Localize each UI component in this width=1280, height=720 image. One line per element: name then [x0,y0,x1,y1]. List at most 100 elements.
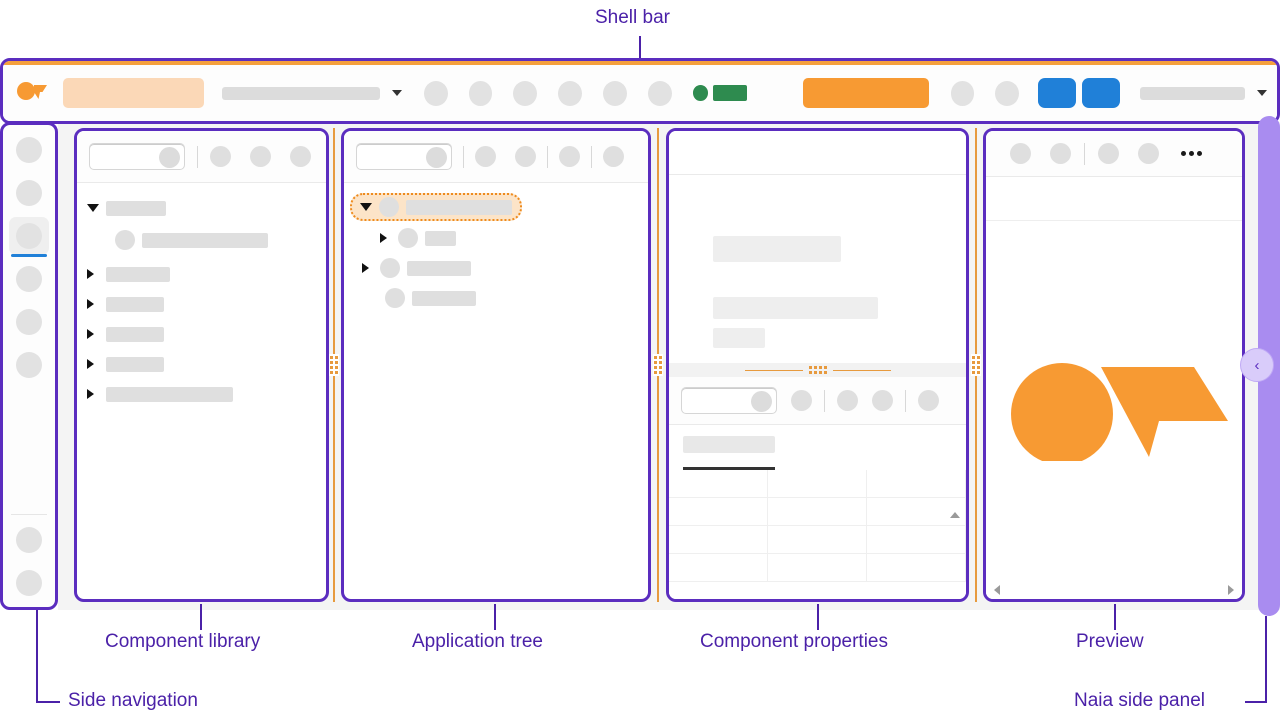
preview-subheader [986,177,1242,221]
vertical-resize-grip-icon[interactable] [653,354,663,376]
product-name-pill[interactable] [63,78,204,108]
collapsed-arrow-icon[interactable] [87,299,94,309]
properties-preview-splitter[interactable] [968,128,984,602]
tree-action-3-icon[interactable] [559,146,580,167]
list-item[interactable] [87,291,316,317]
property-field-3[interactable] [713,328,765,348]
vertical-resize-grip-icon[interactable] [329,354,339,376]
properties-horizontal-splitter[interactable] [669,363,966,377]
scroll-right-arrow-icon[interactable] [1228,585,1234,595]
shellbar-secondary-1-icon[interactable] [950,80,975,106]
sidebar-footer-item-1[interactable] [9,521,49,559]
collapsed-arrow-icon[interactable] [87,329,94,339]
search-icon[interactable] [426,147,447,168]
sidebar-footer-item-2[interactable] [9,564,49,602]
list-item[interactable] [87,351,316,377]
collapsed-arrow-icon[interactable] [362,263,369,273]
tab-label[interactable] [683,436,775,453]
sidebar-item-2[interactable] [9,174,49,212]
library-action-2-icon[interactable] [250,146,271,167]
library-tree-splitter[interactable] [326,128,342,602]
vertical-resize-grip-icon[interactable] [971,354,981,376]
shellbar-action-6-icon[interactable] [647,80,672,106]
collapsed-arrow-icon[interactable] [87,359,94,369]
properties-header [669,131,966,175]
list-item[interactable] [87,321,316,347]
component-icon [380,258,400,278]
project-select-value[interactable] [221,86,380,100]
annotation-application-tree: Application tree [412,631,543,652]
shellbar-action-4-icon[interactable] [558,80,582,106]
collapsed-arrow-icon[interactable] [380,233,387,243]
annotation-app-tree-leader [494,604,496,630]
component-properties-panel [666,128,969,602]
property-field-1[interactable] [713,236,841,262]
tree-action-4-icon[interactable] [603,146,624,167]
properties-table-scrollbar[interactable] [950,495,963,595]
collapsed-arrow-icon[interactable] [87,269,94,279]
search-input[interactable] [356,143,452,170]
primary-action-button[interactable] [803,78,929,108]
shell-bar [0,58,1280,124]
shellbar-action-3-icon[interactable] [513,80,538,106]
search-icon[interactable] [751,391,772,412]
toolbar-separator [1084,142,1085,165]
tree-action-2-icon[interactable] [515,146,536,167]
shellbar-secondary-2-icon[interactable] [995,80,1020,106]
properties-action-4-icon[interactable] [918,390,939,411]
tree-node[interactable] [354,285,638,311]
brand-logo-icon[interactable] [17,81,49,106]
nav-item-1-icon [16,137,42,163]
tree-properties-splitter[interactable] [650,128,666,602]
preview-horizontal-scrollbar[interactable] [986,581,1242,599]
shellbar-action-5-icon[interactable] [602,80,627,106]
expanded-arrow-icon[interactable] [87,204,99,212]
list-item[interactable] [87,261,316,287]
preview-action-3-icon[interactable] [1098,143,1119,164]
naia-collapse-button[interactable]: ‹ [1240,348,1274,382]
blue-action-button-1[interactable] [1038,78,1077,108]
expanded-arrow-icon[interactable] [360,203,372,211]
user-chevron-down-icon[interactable] [1257,90,1268,96]
shellbar-action-2-icon[interactable] [468,80,493,106]
scroll-up-arrow-icon[interactable] [950,495,960,518]
preview-action-1-icon[interactable] [1010,143,1031,164]
shellbar-action-1-icon[interactable] [423,80,448,106]
properties-action-3-icon[interactable] [872,390,893,411]
sidebar-item-6[interactable] [9,346,49,384]
properties-action-2-icon[interactable] [837,390,858,411]
search-icon[interactable] [159,147,180,168]
property-field-2[interactable] [713,297,878,319]
list-item-label [106,326,164,342]
library-action-1-icon[interactable] [210,146,231,167]
tree-node[interactable] [354,225,638,251]
tree-node[interactable] [354,255,638,281]
list-item[interactable] [87,381,316,407]
search-input[interactable] [681,387,777,414]
table-cell [867,470,966,498]
chevron-down-icon[interactable] [391,90,402,96]
preview-action-4-icon[interactable] [1138,143,1159,164]
tree-node-selected[interactable] [350,193,522,221]
library-action-3-icon[interactable] [290,146,311,167]
search-input[interactable] [89,143,185,170]
collapsed-arrow-icon[interactable] [87,389,94,399]
tree-action-1-icon[interactable] [475,146,496,167]
nav-item-4-icon [16,266,42,292]
annotation-properties-leader [817,604,819,630]
sidebar-item-5[interactable] [9,303,49,341]
preview-action-2-icon[interactable] [1050,143,1071,164]
sidebar-item-1[interactable] [9,131,49,169]
scroll-left-arrow-icon[interactable] [994,585,1000,595]
annotation-naia-leader-h [1245,701,1267,703]
overflow-menu-icon[interactable] [1181,151,1202,156]
sidebar-item-4[interactable] [9,260,49,298]
list-item[interactable] [87,195,316,221]
horizontal-resize-grip-icon[interactable] [808,366,827,374]
sidebar-item-3-selected[interactable] [9,217,49,257]
list-item[interactable] [87,227,316,253]
user-select-value[interactable] [1140,86,1246,100]
blue-action-button-2[interactable] [1082,78,1121,108]
properties-action-1-icon[interactable] [791,390,812,411]
properties-table[interactable] [669,470,966,582]
